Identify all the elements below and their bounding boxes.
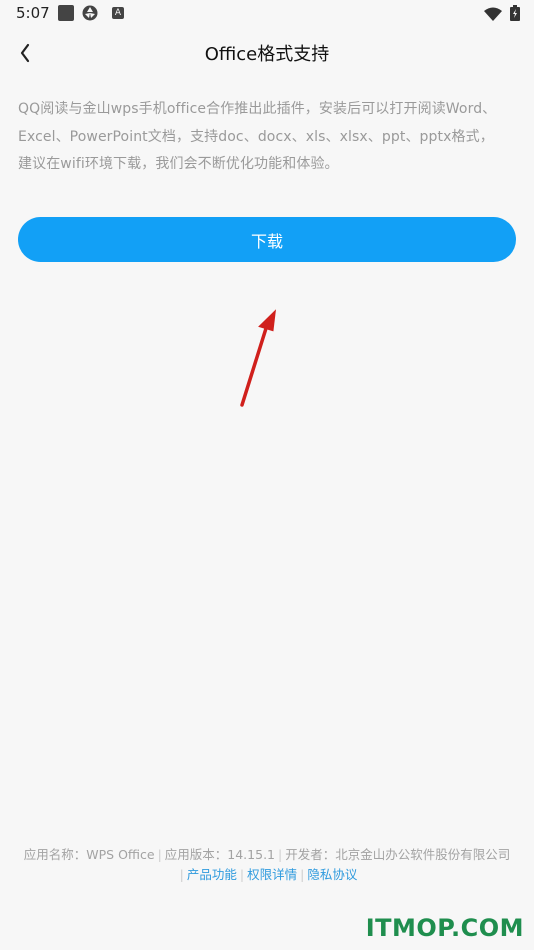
- app-info-footer: 应用名称：WPS Office | 应用版本：14.15.1 | 开发者：北京金山办公软…: [14, 845, 520, 885]
- app-name: 应用名称：WPS Office: [23, 847, 155, 862]
- divider: |: [278, 847, 283, 862]
- red-arrow-icon: [240, 309, 277, 407]
- developer: 开发者：北京金山办公软件股份有限公司: [285, 847, 511, 862]
- app-header: Office格式支持: [0, 30, 534, 76]
- wifi-icon: [484, 6, 502, 25]
- plugin-description: QQ阅读与金山wps手机office合作推出此插件，安装后可以打开阅读Word、…: [18, 101, 497, 172]
- battery-charging-icon: [510, 5, 520, 25]
- product-features-link[interactable]: 产品功能: [187, 867, 237, 882]
- divider: |: [239, 867, 245, 882]
- font-a-icon: A: [112, 7, 124, 19]
- status-icons-right: [484, 5, 520, 25]
- app-version: 应用版本：14.15.1: [164, 847, 275, 862]
- status-time: 5:07: [16, 4, 50, 22]
- watermark: ITMOP.COM: [365, 914, 524, 942]
- divider: |: [300, 867, 305, 882]
- square-icon: [58, 5, 74, 21]
- status-bar: 5:07 A: [0, 0, 534, 28]
- divider: |: [179, 867, 184, 882]
- divider: |: [157, 847, 162, 862]
- privacy-link[interactable]: 隐私协议: [307, 867, 357, 882]
- aperture-icon: [82, 5, 98, 21]
- permissions-link[interactable]: 权限详情: [247, 867, 297, 882]
- download-button[interactable]: 下载: [18, 217, 516, 262]
- status-icons-left: A: [58, 5, 124, 21]
- page-title: Office格式支持: [204, 44, 330, 65]
